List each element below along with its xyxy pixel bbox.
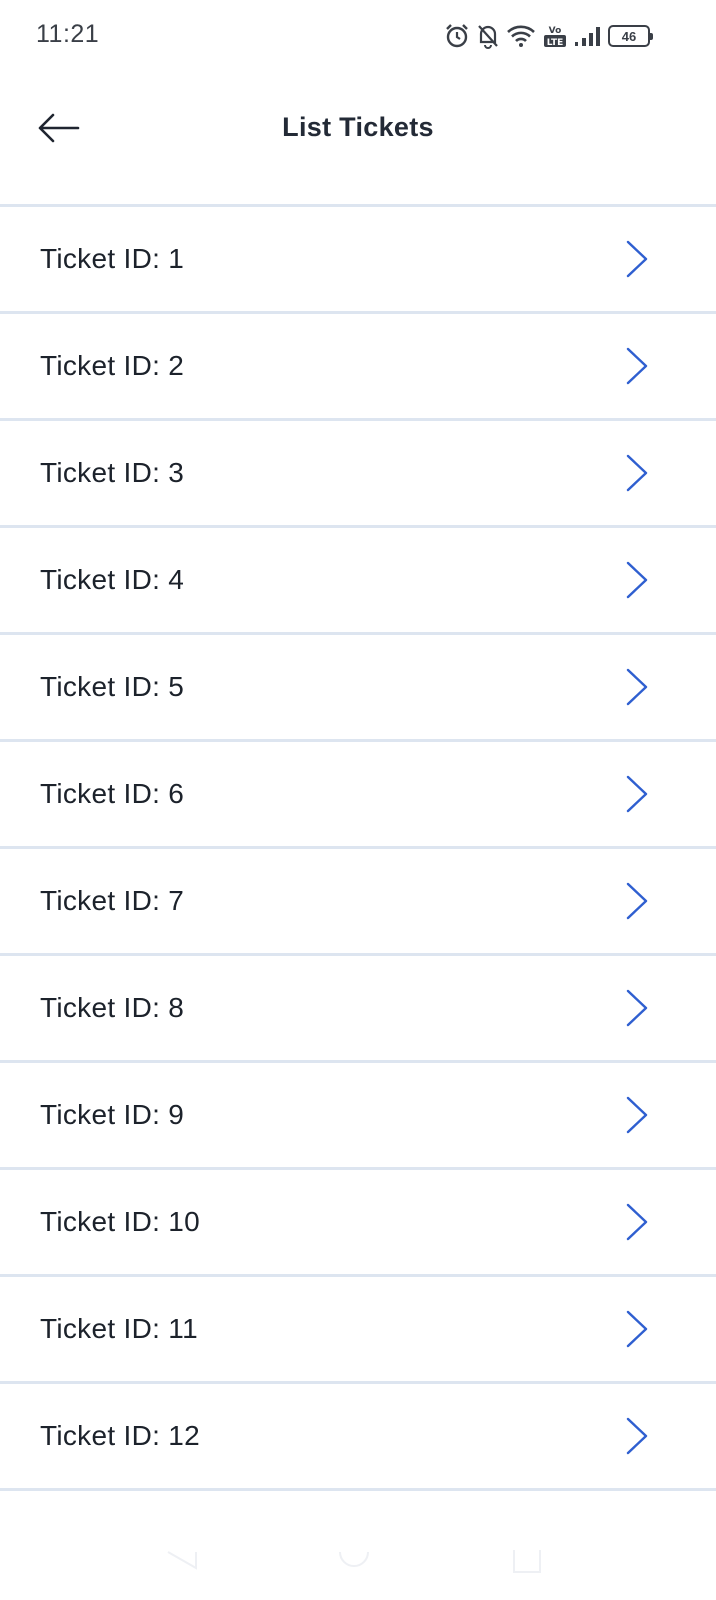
chevron-right-icon: [626, 347, 648, 385]
nav-back-icon: [167, 1551, 197, 1570]
chevron-right-icon: [626, 1203, 648, 1241]
ticket-row[interactable]: Ticket ID: 12: [0, 1384, 716, 1491]
volte-icon: Vo LTE: [542, 23, 568, 49]
chevron-right-icon: [626, 454, 648, 492]
nav-back-button[interactable]: [166, 1548, 200, 1583]
ticket-label: Ticket ID: 6: [40, 778, 185, 809]
chevron-right-icon: [626, 775, 648, 813]
wifi-icon: [506, 24, 536, 48]
ticket-label: Ticket ID: 7: [40, 885, 185, 916]
ticket-row[interactable]: Ticket ID: 1: [0, 207, 716, 314]
battery-icon: 46: [608, 25, 653, 47]
app-header: List Tickets: [0, 72, 716, 206]
nav-home-button[interactable]: [338, 1548, 370, 1583]
chevron-right-icon: [626, 882, 648, 920]
chevron-right-icon: [626, 989, 648, 1027]
ticket-label: Ticket ID: 5: [40, 671, 185, 702]
ticket-label: Ticket ID: 3: [40, 457, 185, 488]
bell-off-icon: [476, 23, 500, 49]
ticket-label: Ticket ID: 10: [40, 1206, 201, 1237]
ticket-row[interactable]: Ticket ID: 5: [0, 635, 716, 742]
status-bar: 11:21 Vo LTE 46: [0, 0, 716, 72]
ticket-label: Ticket ID: 9: [40, 1099, 185, 1130]
page-title: List Tickets: [282, 112, 434, 142]
signal-icon: [574, 25, 602, 47]
status-icons: Vo LTE 46: [444, 20, 653, 52]
nav-recents-button[interactable]: [512, 1548, 542, 1581]
chevron-right-icon: [626, 1096, 648, 1134]
nav-home-icon: [339, 1551, 369, 1567]
ticket-row[interactable]: Ticket ID: 3: [0, 421, 716, 528]
ticket-row[interactable]: Ticket ID: 10: [0, 1170, 716, 1277]
ticket-row[interactable]: Ticket ID: 6: [0, 742, 716, 849]
system-nav-bar: [0, 1540, 716, 1600]
nav-recents-icon: [513, 1550, 541, 1573]
ticket-row[interactable]: Ticket ID: 4: [0, 528, 716, 635]
chevron-right-icon: [626, 561, 648, 599]
svg-text:Vo: Vo: [549, 26, 562, 36]
ticket-row[interactable]: Ticket ID: 2: [0, 314, 716, 421]
network-badge-text: LTE: [547, 38, 564, 48]
alarm-icon: [444, 23, 470, 49]
ticket-row[interactable]: Ticket ID: 11: [0, 1277, 716, 1384]
ticket-row[interactable]: Ticket ID: 8: [0, 956, 716, 1063]
ticket-label: Ticket ID: 12: [40, 1420, 201, 1451]
chevron-right-icon: [626, 1310, 648, 1348]
chevron-right-icon: [626, 668, 648, 706]
ticket-label: Ticket ID: 4: [40, 564, 185, 595]
ticket-list: Ticket ID: 1 Ticket ID: 2 Ticket ID: 3 Tick…: [0, 204, 716, 1491]
ticket-label: Ticket ID: 11: [40, 1313, 198, 1344]
ticket-row[interactable]: Ticket ID: 9: [0, 1063, 716, 1170]
ticket-label: Ticket ID: 1: [40, 243, 185, 274]
ticket-label: Ticket ID: 2: [40, 350, 185, 381]
ticket-label: Ticket ID: 8: [40, 992, 185, 1023]
status-time: 11:21: [36, 20, 100, 48]
ticket-row[interactable]: Ticket ID: 7: [0, 849, 716, 956]
chevron-right-icon: [626, 240, 648, 278]
chevron-right-icon: [626, 1417, 648, 1455]
